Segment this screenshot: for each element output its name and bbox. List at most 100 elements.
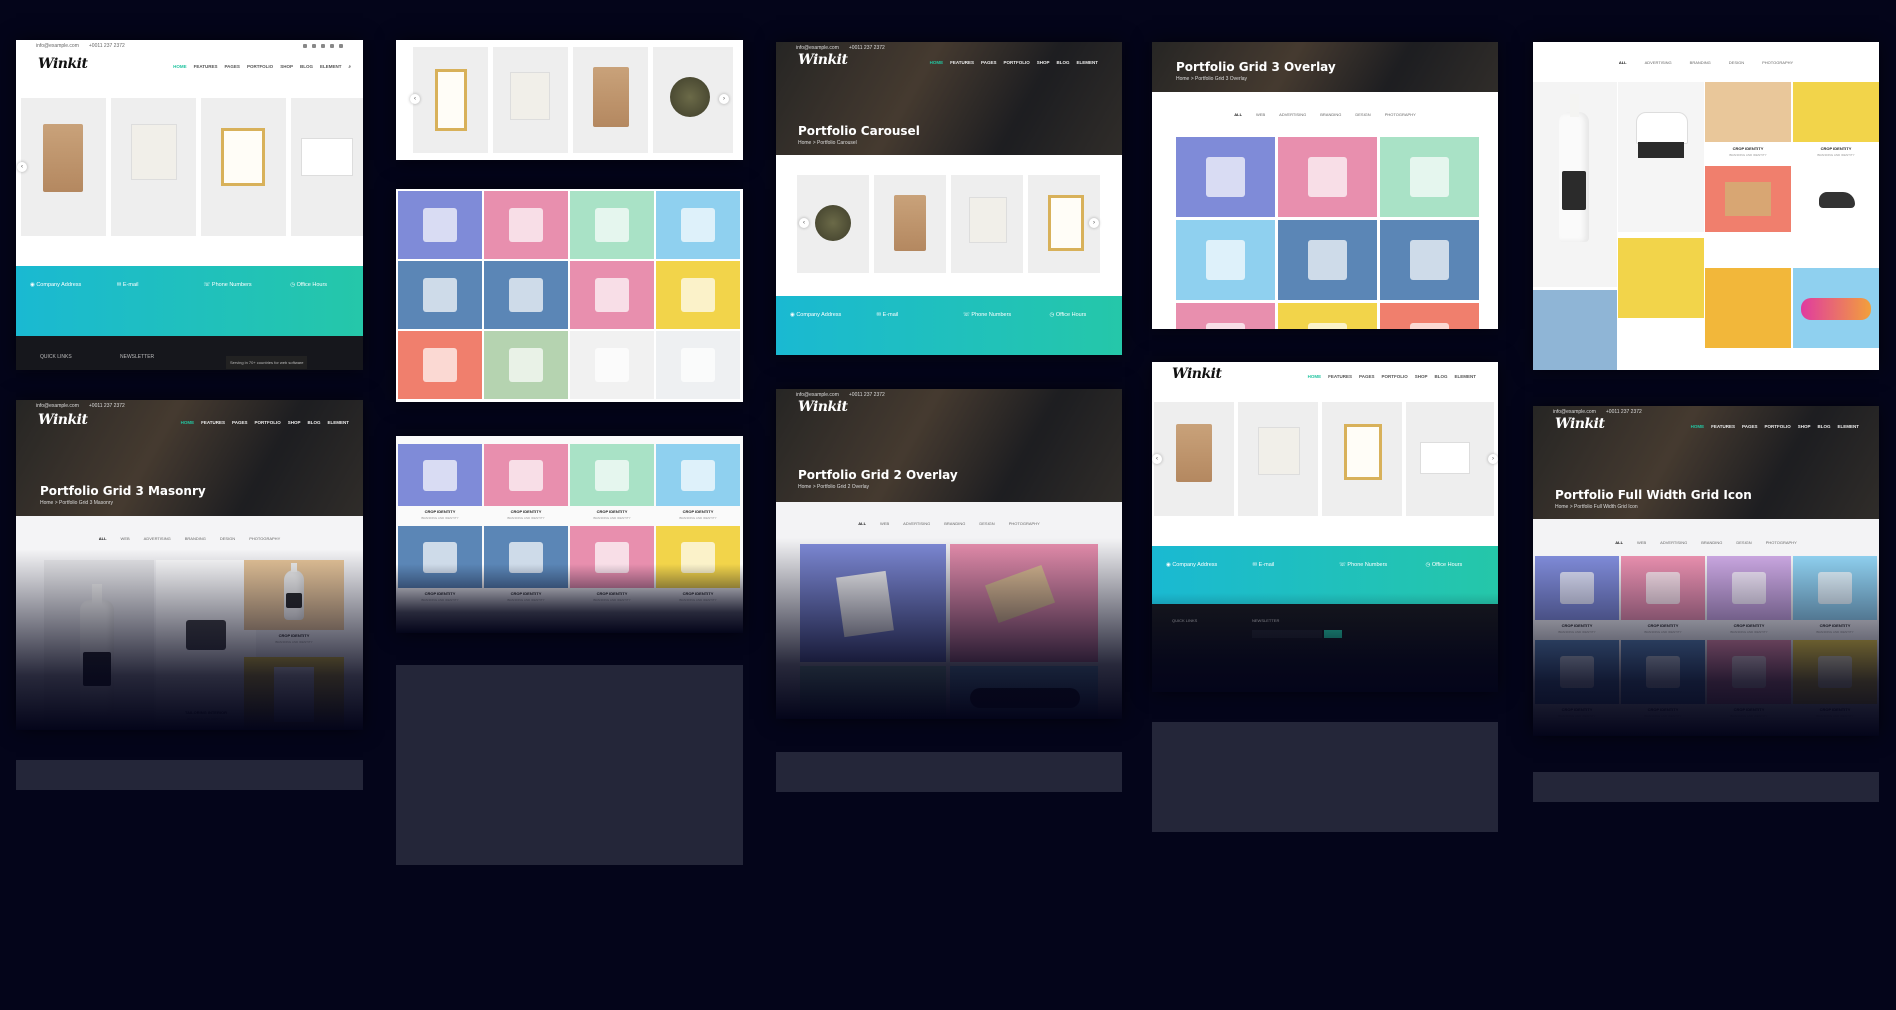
nav-item-shop[interactable]: SHOP [280, 64, 293, 69]
portfolio-item[interactable] [244, 560, 344, 630]
home-preview-card[interactable]: info@example.com +0011 237 2372 Winkit H… [16, 40, 363, 370]
logo[interactable]: Winkit [38, 412, 88, 428]
portfolio-item[interactable] [800, 544, 946, 662]
portfolio-item[interactable] [950, 544, 1098, 662]
grid4-captions-card[interactable]: CROP IDENTITY BRANDING AND IDENTITY CROP I… [396, 436, 743, 633]
portfolio-item[interactable] [570, 526, 654, 588]
portfolio-item[interactable] [1621, 556, 1705, 620]
portfolio-item[interactable] [1380, 220, 1479, 300]
portfolio-item[interactable] [1278, 303, 1377, 329]
portfolio-item[interactable] [656, 526, 740, 588]
portfolio-item[interactable] [1380, 303, 1479, 329]
portfolio-item[interactable]: TAILORING INTERIOR BRANDING AND IDENTITY [156, 560, 256, 730]
portfolio-item[interactable] [570, 191, 654, 259]
portfolio-item[interactable] [1618, 82, 1704, 232]
nav-item-features[interactable]: FEATURES [194, 64, 218, 69]
portfolio-item[interactable] [484, 331, 568, 399]
portfolio-item[interactable] [570, 444, 654, 506]
portfolio-item[interactable] [1380, 137, 1479, 217]
carousel-item[interactable] [573, 47, 648, 153]
portfolio-item[interactable] [656, 261, 740, 329]
grid3-masonry-card[interactable]: info@example.com +0011 237 2372 Winkit HO… [16, 400, 363, 730]
portfolio-item[interactable] [1707, 556, 1791, 620]
portfolio-item[interactable] [398, 331, 482, 399]
carousel-item[interactable] [1406, 402, 1494, 516]
carousel-next-arrow[interactable]: › [719, 94, 729, 104]
portfolio-item[interactable] [398, 191, 482, 259]
portfolio-item[interactable] [1278, 137, 1377, 217]
carousel-item[interactable] [951, 175, 1023, 273]
carousel-item[interactable] [1322, 402, 1402, 516]
carousel-prev-arrow[interactable]: ‹ [799, 218, 809, 228]
carousel-next-arrow[interactable]: › [1089, 218, 1099, 228]
carousel-item[interactable] [111, 98, 196, 236]
portfolio-item[interactable] [398, 444, 482, 506]
carousel-item[interactable] [493, 47, 568, 153]
home-variant-card[interactable]: Winkit HOME FEATURES PAGES PORTFOLIO SHOP BLO… [1152, 362, 1498, 692]
portfolio-item[interactable] [484, 444, 568, 506]
portfolio-item[interactable] [1535, 640, 1619, 704]
grid2-overlay-card[interactable]: info@example.com +0011 237 2372 Winkit Po… [776, 389, 1122, 719]
portfolio-item[interactable] [570, 261, 654, 329]
portfolio-item[interactable] [1705, 268, 1791, 348]
newsletter-input[interactable] [1252, 630, 1322, 638]
carousel-next-arrow[interactable]: › [1488, 454, 1498, 464]
portfolio-item[interactable] [1176, 220, 1275, 300]
carousel-item[interactable] [201, 98, 286, 236]
portfolio-item[interactable] [1707, 640, 1791, 704]
portfolio-item[interactable] [1618, 238, 1704, 318]
carousel-item[interactable] [874, 175, 946, 273]
carousel-prev-arrow[interactable]: ‹ [17, 162, 27, 172]
carousel-prev-arrow[interactable]: ‹ [410, 94, 420, 104]
nav-item-portfolio[interactable]: PORTFOLIO [247, 64, 273, 69]
carousel-prev-arrow[interactable]: ‹ [1152, 454, 1162, 464]
portfolio-item[interactable] [656, 444, 740, 506]
logo[interactable]: Winkit [798, 52, 848, 68]
portfolio-item[interactable] [656, 331, 740, 399]
portfolio-item[interactable] [1176, 137, 1275, 217]
portfolio-item[interactable] [1705, 82, 1791, 142]
portfolio-item[interactable] [1793, 640, 1877, 704]
search-icon[interactable]: ⌕ [348, 64, 351, 69]
portfolio-item[interactable] [570, 331, 654, 399]
portfolio-item[interactable] [1278, 220, 1377, 300]
portfolio-item[interactable] [484, 526, 568, 588]
fullwidth-icon-card[interactable]: info@example.com +0011 237 2372 Winkit HO… [1533, 406, 1879, 736]
carousel-item[interactable] [1154, 402, 1234, 516]
portfolio-item[interactable] [398, 261, 482, 329]
portfolio-item[interactable] [1621, 640, 1705, 704]
portfolio-item[interactable] [484, 261, 568, 329]
nav-item-pages[interactable]: PAGES [225, 64, 240, 69]
grid3-overlay-card[interactable]: Portfolio Grid 3 Overlay Home > Portfoli… [1152, 42, 1498, 329]
logo[interactable]: Winkit [1172, 366, 1222, 382]
portfolio-item[interactable] [1533, 82, 1617, 287]
nav-item-home[interactable]: HOME [173, 64, 187, 69]
masonry-grid-card[interactable]: ALL ADVERTISING BRANDING DESIGN PHOTOGRAPHY … [1533, 42, 1879, 370]
carousel-item[interactable] [1238, 402, 1318, 516]
portfolio-item[interactable] [44, 560, 154, 730]
portfolio-item[interactable] [950, 666, 1098, 719]
portfolio-item[interactable] [484, 191, 568, 259]
carousel-item[interactable] [413, 47, 488, 153]
portfolio-item[interactable] [1176, 303, 1275, 329]
logo[interactable]: Winkit [38, 56, 88, 72]
logo[interactable]: Winkit [798, 399, 848, 415]
portfolio-item[interactable] [1793, 268, 1879, 348]
nav-item-blog[interactable]: BLOG [300, 64, 313, 69]
carousel-item[interactable] [291, 98, 363, 236]
portfolio-item[interactable] [800, 666, 946, 719]
portfolio-item[interactable] [1705, 166, 1791, 232]
portfolio-item[interactable] [1535, 556, 1619, 620]
portfolio-item[interactable] [244, 657, 344, 730]
portfolio-item[interactable] [398, 526, 482, 588]
newsletter-submit-button[interactable] [1324, 630, 1342, 638]
carousel-page-card[interactable]: info@example.com +0011 237 2372 Winkit HO… [776, 42, 1122, 355]
portfolio-item[interactable] [1793, 166, 1879, 232]
portfolio-item[interactable] [656, 191, 740, 259]
grid4-card[interactable] [396, 189, 743, 402]
portfolio-item[interactable] [1793, 82, 1879, 142]
nav-item-element[interactable]: ELEMENT [320, 64, 342, 69]
portfolio-item[interactable] [1793, 556, 1877, 620]
logo[interactable]: Winkit [1555, 416, 1605, 432]
carousel-item[interactable] [21, 98, 106, 236]
